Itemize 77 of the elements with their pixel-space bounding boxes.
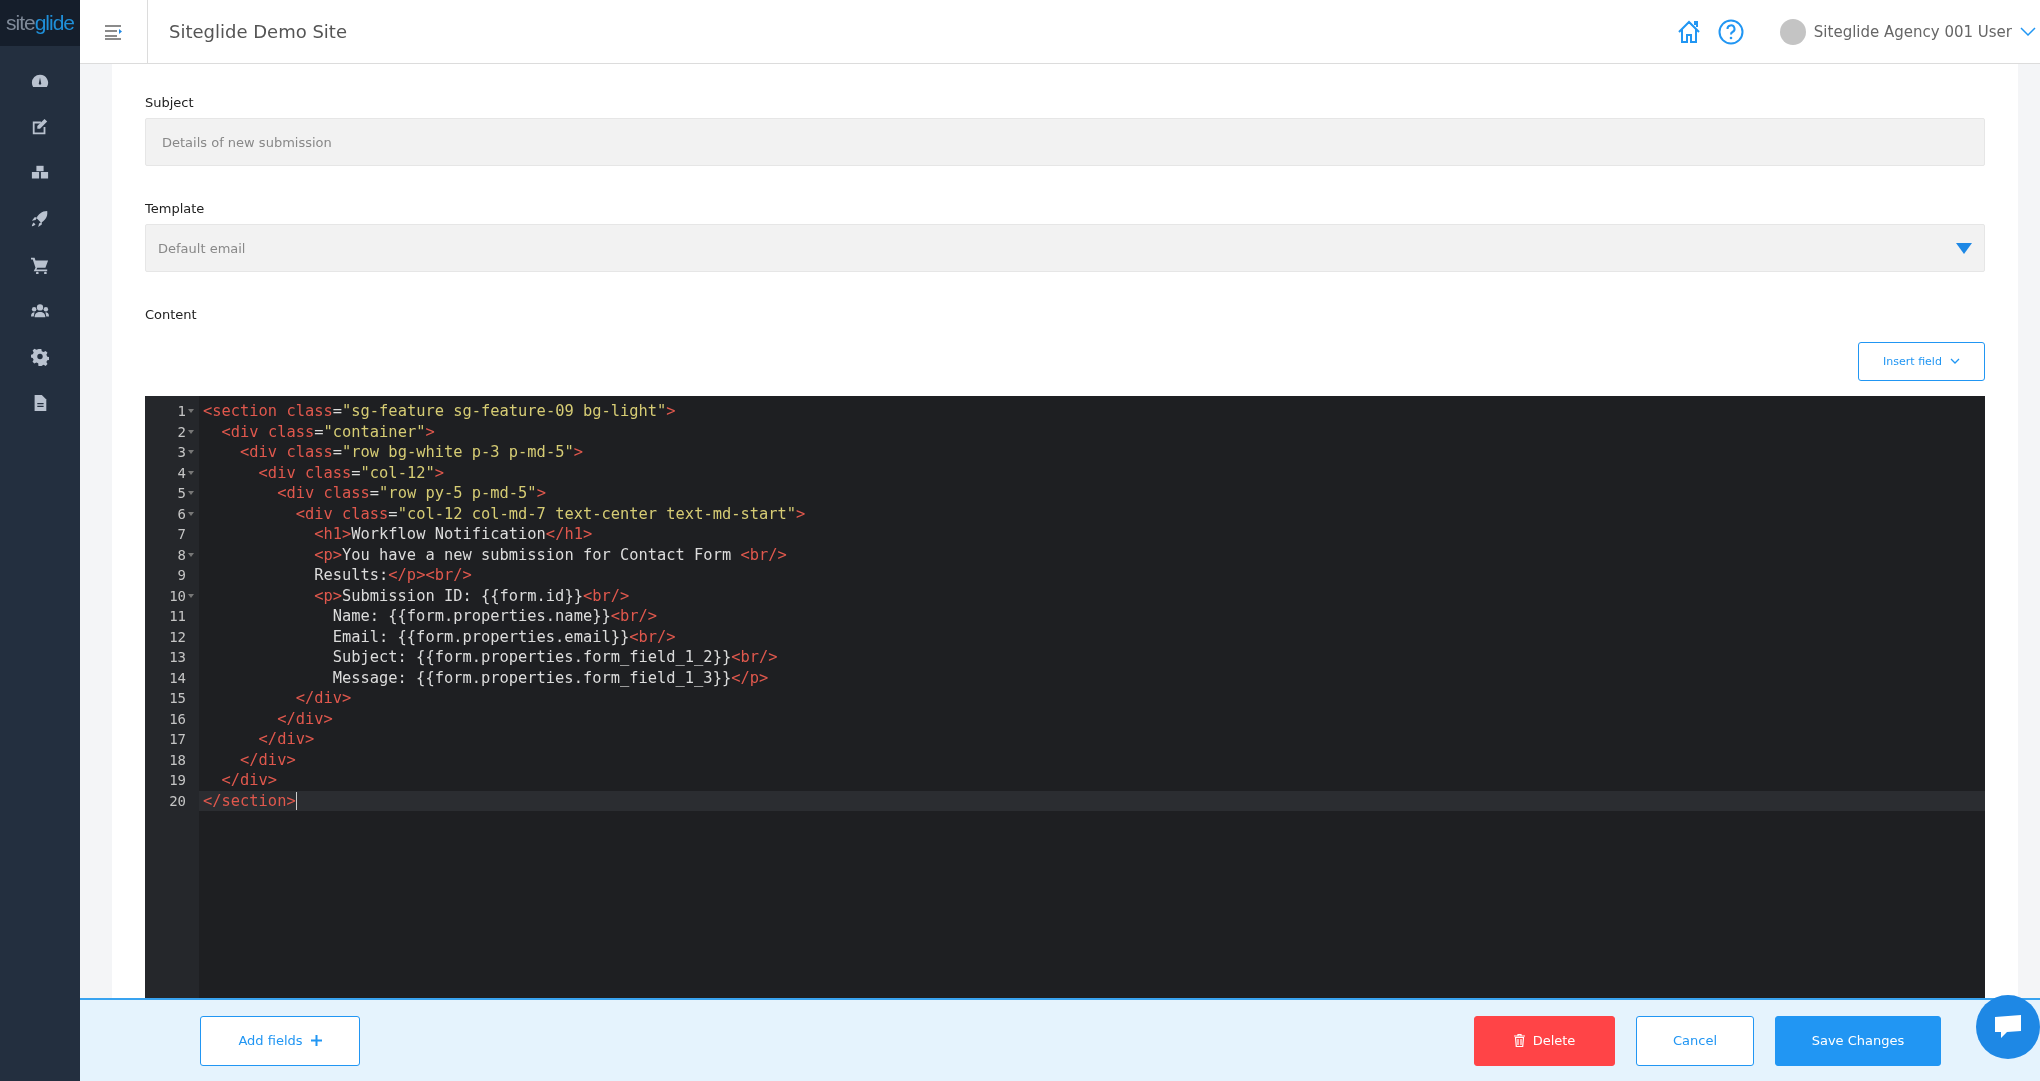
line-number: 20 <box>169 791 186 811</box>
cancel-button[interactable]: Cancel <box>1636 1015 1754 1066</box>
code-line: <section class="sg-feature sg-feature-09 bg-light"> <box>202 401 676 422</box>
line-number: 2 <box>177 422 186 442</box>
code-line: Email: {{form.properties.email}}<br/> <box>331 626 676 647</box>
fold-arrow-icon[interactable] <box>187 593 194 598</box>
delete-button[interactable]: Delete <box>1474 1015 1615 1066</box>
line-number: 14 <box>169 668 186 688</box>
line-number: 18 <box>169 750 186 770</box>
fold-arrow-icon[interactable] <box>187 429 194 434</box>
line-number: 11 <box>169 607 186 626</box>
code-line: <div class="row bg-white p-3 p-md-5"> <box>239 442 583 463</box>
trash-icon <box>1513 1034 1525 1047</box>
code-line: <div class="col-12"> <box>257 462 444 483</box>
line-number: 7 <box>177 525 186 544</box>
insert-field-button[interactable]: Insert field <box>1858 342 1985 381</box>
field-label: Content <box>145 306 198 324</box>
code-line: </div> <box>220 770 278 791</box>
line-number: 12 <box>169 627 186 647</box>
gear-icon[interactable] <box>31 348 49 366</box>
code-line: Name: {{form.properties.name}}<br/> <box>331 606 658 627</box>
code-line: <div class="container"> <box>220 421 435 442</box>
users-icon[interactable] <box>31 302 49 320</box>
code-line: Subject: {{form.properties.form_field_1_2}}<br/> <box>331 647 778 668</box>
user-name[interactable]: Siteglide Agency 001 User <box>1813 22 2012 41</box>
code-line: Message: {{form.properties.form_field_1_3}}</p> <box>331 667 769 688</box>
line-number: 6 <box>177 504 186 524</box>
fold-arrow-icon[interactable] <box>187 450 194 455</box>
field-label: Subject <box>145 94 195 112</box>
line-number: 10 <box>169 586 186 606</box>
speech-bubble-icon[interactable] <box>1993 1014 2023 1040</box>
fold-arrow-icon[interactable] <box>187 491 194 496</box>
line-number: 19 <box>169 771 186 790</box>
code-line: <p>Submission ID: {{form.id}}<br/> <box>313 585 630 606</box>
code-line: Results:</p><br/> <box>313 565 472 586</box>
subject-field[interactable]: Details of new submission <box>145 118 1985 166</box>
avatar <box>1779 18 1806 45</box>
fold-arrow-icon[interactable] <box>187 409 194 414</box>
line-number: 9 <box>177 566 186 585</box>
code-line: <h1>Workflow Notification</h1> <box>313 524 593 545</box>
text-cursor <box>295 792 297 810</box>
code-line: <div class="col-12 col-md-7 text-center text-md-start"> <box>294 503 806 524</box>
template-dropdown[interactable]: Default email <box>145 224 1985 272</box>
code-line: </div> <box>276 708 333 729</box>
code-line: </div> <box>239 749 296 770</box>
line-number: 5 <box>177 484 186 503</box>
chevron-down-icon[interactable] <box>1949 358 1960 365</box>
dropdown-arrow-icon <box>1956 242 1972 254</box>
fold-arrow-icon[interactable] <box>187 511 194 516</box>
code-line: </section> <box>202 790 296 811</box>
menu-icon[interactable] <box>103 23 124 40</box>
site-title: Siteglide Demo Site <box>169 21 348 42</box>
code-line: </div> <box>257 729 315 750</box>
cart-icon[interactable] <box>31 256 49 274</box>
fold-arrow-icon[interactable] <box>187 552 194 557</box>
save-changes-button[interactable]: Save Changes <box>1775 1015 1941 1066</box>
rocket-icon[interactable] <box>31 210 49 228</box>
line-number: 1 <box>177 402 186 421</box>
code-line: </div> <box>294 688 352 709</box>
code-line: <div class="row py-5 p-md-5"> <box>276 483 546 504</box>
line-number: 4 <box>177 463 186 483</box>
field-label: Template <box>145 200 206 218</box>
chevron-down-icon[interactable] <box>2020 26 2036 37</box>
line-number: 15 <box>169 689 186 708</box>
help-icon[interactable] <box>1717 18 1744 45</box>
add-fields-button[interactable]: Add fields <box>200 1015 360 1066</box>
line-number: 17 <box>169 730 186 749</box>
edit-icon[interactable] <box>31 118 49 136</box>
code-line: <p>You have a new submission for Contact Form <br/> <box>313 544 787 565</box>
siteglide-logo: siteglide <box>0 0 80 46</box>
fold-arrow-icon[interactable] <box>187 470 194 475</box>
line-number: 16 <box>169 709 186 729</box>
line-number: 3 <box>177 443 186 462</box>
gauge-icon[interactable] <box>31 72 49 90</box>
plus-icon[interactable] <box>310 1035 322 1046</box>
line-number: 13 <box>169 648 186 667</box>
line-number: 8 <box>177 545 186 565</box>
